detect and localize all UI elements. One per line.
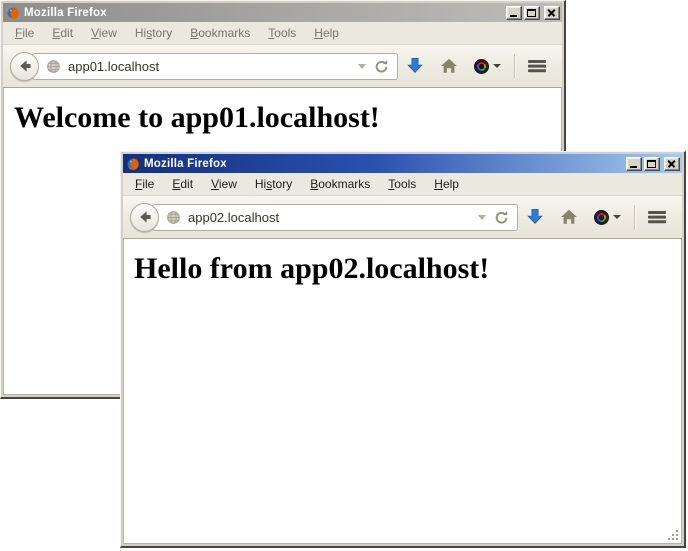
url-bar[interactable]: app02.localhost	[152, 204, 518, 231]
url-text[interactable]: app02.localhost	[188, 210, 279, 225]
menu-item-bookmarks[interactable]: Bookmarks	[301, 174, 379, 194]
menu-item-edit[interactable]: Edit	[43, 23, 82, 43]
window-controls	[506, 6, 560, 20]
maximize-button[interactable]	[524, 6, 540, 20]
browser-window-app02: Mozilla Firefox FileEditViewHistoryBookm…	[120, 151, 686, 548]
menu-item-view[interactable]: View	[202, 174, 246, 194]
home-icon	[560, 208, 578, 226]
home-icon	[440, 57, 458, 75]
hamburger-icon	[528, 60, 546, 63]
titlebar[interactable]: Mozilla Firefox	[3, 3, 562, 22]
window-controls	[626, 157, 680, 171]
back-button[interactable]	[130, 203, 159, 232]
close-button[interactable]	[544, 6, 560, 20]
firefox-logo-icon	[6, 6, 20, 20]
menu-item-tools[interactable]: Tools	[259, 23, 305, 43]
menu-item-file[interactable]: File	[126, 174, 163, 194]
maximize-icon	[527, 9, 536, 17]
menu-item-help[interactable]: Help	[425, 174, 468, 194]
window-title: Mozilla Firefox	[24, 7, 502, 19]
app-menu-button[interactable]	[520, 49, 554, 83]
page-heading: Hello from app02.localhost!	[134, 252, 682, 286]
page-heading: Welcome to app01.localhost!	[14, 101, 562, 135]
menu-item-history[interactable]: History	[246, 174, 301, 194]
back-arrow-icon	[17, 58, 33, 74]
page-content: Hello from app02.localhost!	[123, 239, 682, 544]
resize-grip[interactable]	[667, 529, 680, 542]
toolbar-separator	[634, 205, 635, 230]
home-button[interactable]	[432, 49, 466, 83]
minimize-button[interactable]	[506, 6, 522, 20]
maximize-button[interactable]	[644, 157, 660, 171]
toolbar-separator	[514, 54, 515, 79]
chevron-down-icon[interactable]	[478, 215, 486, 220]
menu-item-edit[interactable]: Edit	[163, 174, 202, 194]
chevron-down-icon	[493, 64, 501, 68]
menu-item-file[interactable]: File	[6, 23, 43, 43]
navigation-toolbar: app02.localhost	[123, 196, 682, 239]
maximize-icon	[647, 160, 656, 168]
home-button[interactable]	[552, 200, 586, 234]
menu-item-help[interactable]: Help	[305, 23, 348, 43]
menu-item-history[interactable]: History	[126, 23, 181, 43]
reload-icon[interactable]	[373, 58, 390, 75]
addon-button[interactable]	[466, 49, 509, 83]
addon-button[interactable]	[586, 200, 629, 234]
url-bar[interactable]: app01.localhost	[32, 53, 398, 80]
chevron-down-icon	[613, 215, 621, 219]
download-arrow-icon	[526, 208, 544, 226]
reload-icon[interactable]	[493, 209, 510, 226]
menu-item-bookmarks[interactable]: Bookmarks	[181, 23, 259, 43]
menu-item-view[interactable]: View	[82, 23, 126, 43]
titlebar[interactable]: Mozilla Firefox	[123, 154, 682, 173]
app-menu-button[interactable]	[640, 200, 674, 234]
globe-icon	[166, 210, 181, 225]
menu-bar: FileEditViewHistoryBookmarksToolsHelp	[123, 173, 682, 196]
menu-bar: FileEditViewHistoryBookmarksToolsHelp	[3, 22, 562, 45]
url-text[interactable]: app01.localhost	[68, 59, 159, 74]
navigation-toolbar: app01.localhost	[3, 45, 562, 88]
minimize-icon	[510, 15, 517, 17]
color-wheel-icon	[594, 210, 609, 225]
back-button[interactable]	[10, 52, 39, 81]
hamburger-icon	[648, 211, 666, 214]
close-icon	[667, 160, 677, 168]
downloads-button[interactable]	[518, 200, 552, 234]
firefox-logo-icon	[126, 157, 140, 171]
globe-icon	[46, 59, 61, 74]
close-icon	[547, 9, 557, 17]
back-arrow-icon	[137, 209, 153, 225]
downloads-button[interactable]	[398, 49, 432, 83]
minimize-button[interactable]	[626, 157, 642, 171]
chevron-down-icon[interactable]	[358, 64, 366, 69]
close-button[interactable]	[664, 157, 680, 171]
download-arrow-icon	[406, 57, 424, 75]
window-title: Mozilla Firefox	[144, 158, 622, 170]
color-wheel-icon	[474, 59, 489, 74]
minimize-icon	[630, 166, 637, 168]
menu-item-tools[interactable]: Tools	[379, 174, 425, 194]
